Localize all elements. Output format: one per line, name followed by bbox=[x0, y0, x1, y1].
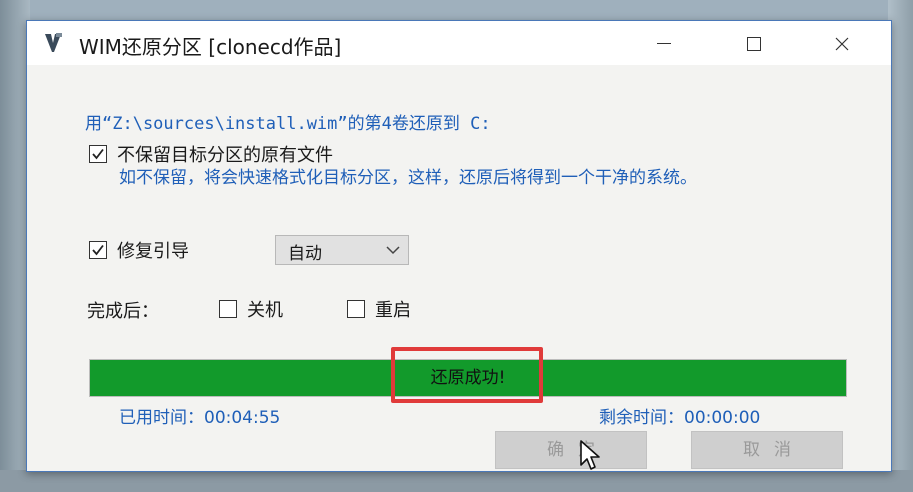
maximize-icon bbox=[747, 36, 761, 51]
dialog-content: 用“Z:\sources\install.wim”的第4卷还原到 C: 不保留目… bbox=[27, 65, 891, 473]
repair-boot-checkbox[interactable] bbox=[89, 241, 107, 259]
shutdown-label[interactable]: 关机 bbox=[247, 296, 283, 322]
maximize-button[interactable] bbox=[731, 25, 777, 61]
format-checkbox[interactable] bbox=[89, 145, 107, 163]
after-complete-label: 完成后： bbox=[87, 301, 159, 322]
cancel-button[interactable]: 取消 bbox=[691, 431, 843, 469]
chevron-down-icon bbox=[386, 246, 400, 255]
desktop-edge-bottom bbox=[0, 470, 913, 492]
boot-mode-select[interactable]: 自动 bbox=[275, 235, 409, 265]
shutdown-checkbox[interactable] bbox=[219, 300, 237, 318]
close-button[interactable] bbox=[819, 25, 865, 61]
checkmark-icon bbox=[92, 148, 104, 160]
boot-mode-value: 自动 bbox=[288, 244, 322, 264]
elapsed-time: 已用时间：00:04:55 bbox=[119, 408, 281, 428]
repair-boot-label[interactable]: 修复引导 bbox=[117, 237, 189, 263]
minimize-icon bbox=[657, 43, 671, 44]
restore-description: 用“Z:\sources\install.wim”的第4卷还原到 C: bbox=[85, 114, 491, 134]
checkmark-icon bbox=[92, 244, 104, 256]
app-icon bbox=[45, 33, 62, 52]
ok-button[interactable]: 确定 bbox=[495, 431, 647, 469]
remaining-time: 剩余时间：00:00:00 bbox=[599, 408, 761, 428]
restart-label[interactable]: 重启 bbox=[375, 296, 411, 322]
restart-checkbox[interactable] bbox=[347, 300, 365, 318]
title-bar[interactable]: WIM还原分区 [clonecd作品] bbox=[27, 21, 891, 65]
restore-dialog: WIM还原分区 [clonecd作品] 用“Z:\sources\install… bbox=[26, 20, 892, 472]
close-icon bbox=[835, 37, 849, 50]
highlight-annotation bbox=[391, 347, 543, 403]
format-option-label[interactable]: 不保留目标分区的原有文件 bbox=[117, 141, 333, 167]
window-title: WIM还原分区 [clonecd作品] bbox=[79, 35, 342, 59]
format-option-hint: 如不保留，将会快速格式化目标分区，这样，还原后将得到一个干净的系统。 bbox=[119, 168, 697, 188]
minimize-button[interactable] bbox=[641, 25, 687, 61]
mouse-cursor-icon bbox=[580, 440, 600, 470]
